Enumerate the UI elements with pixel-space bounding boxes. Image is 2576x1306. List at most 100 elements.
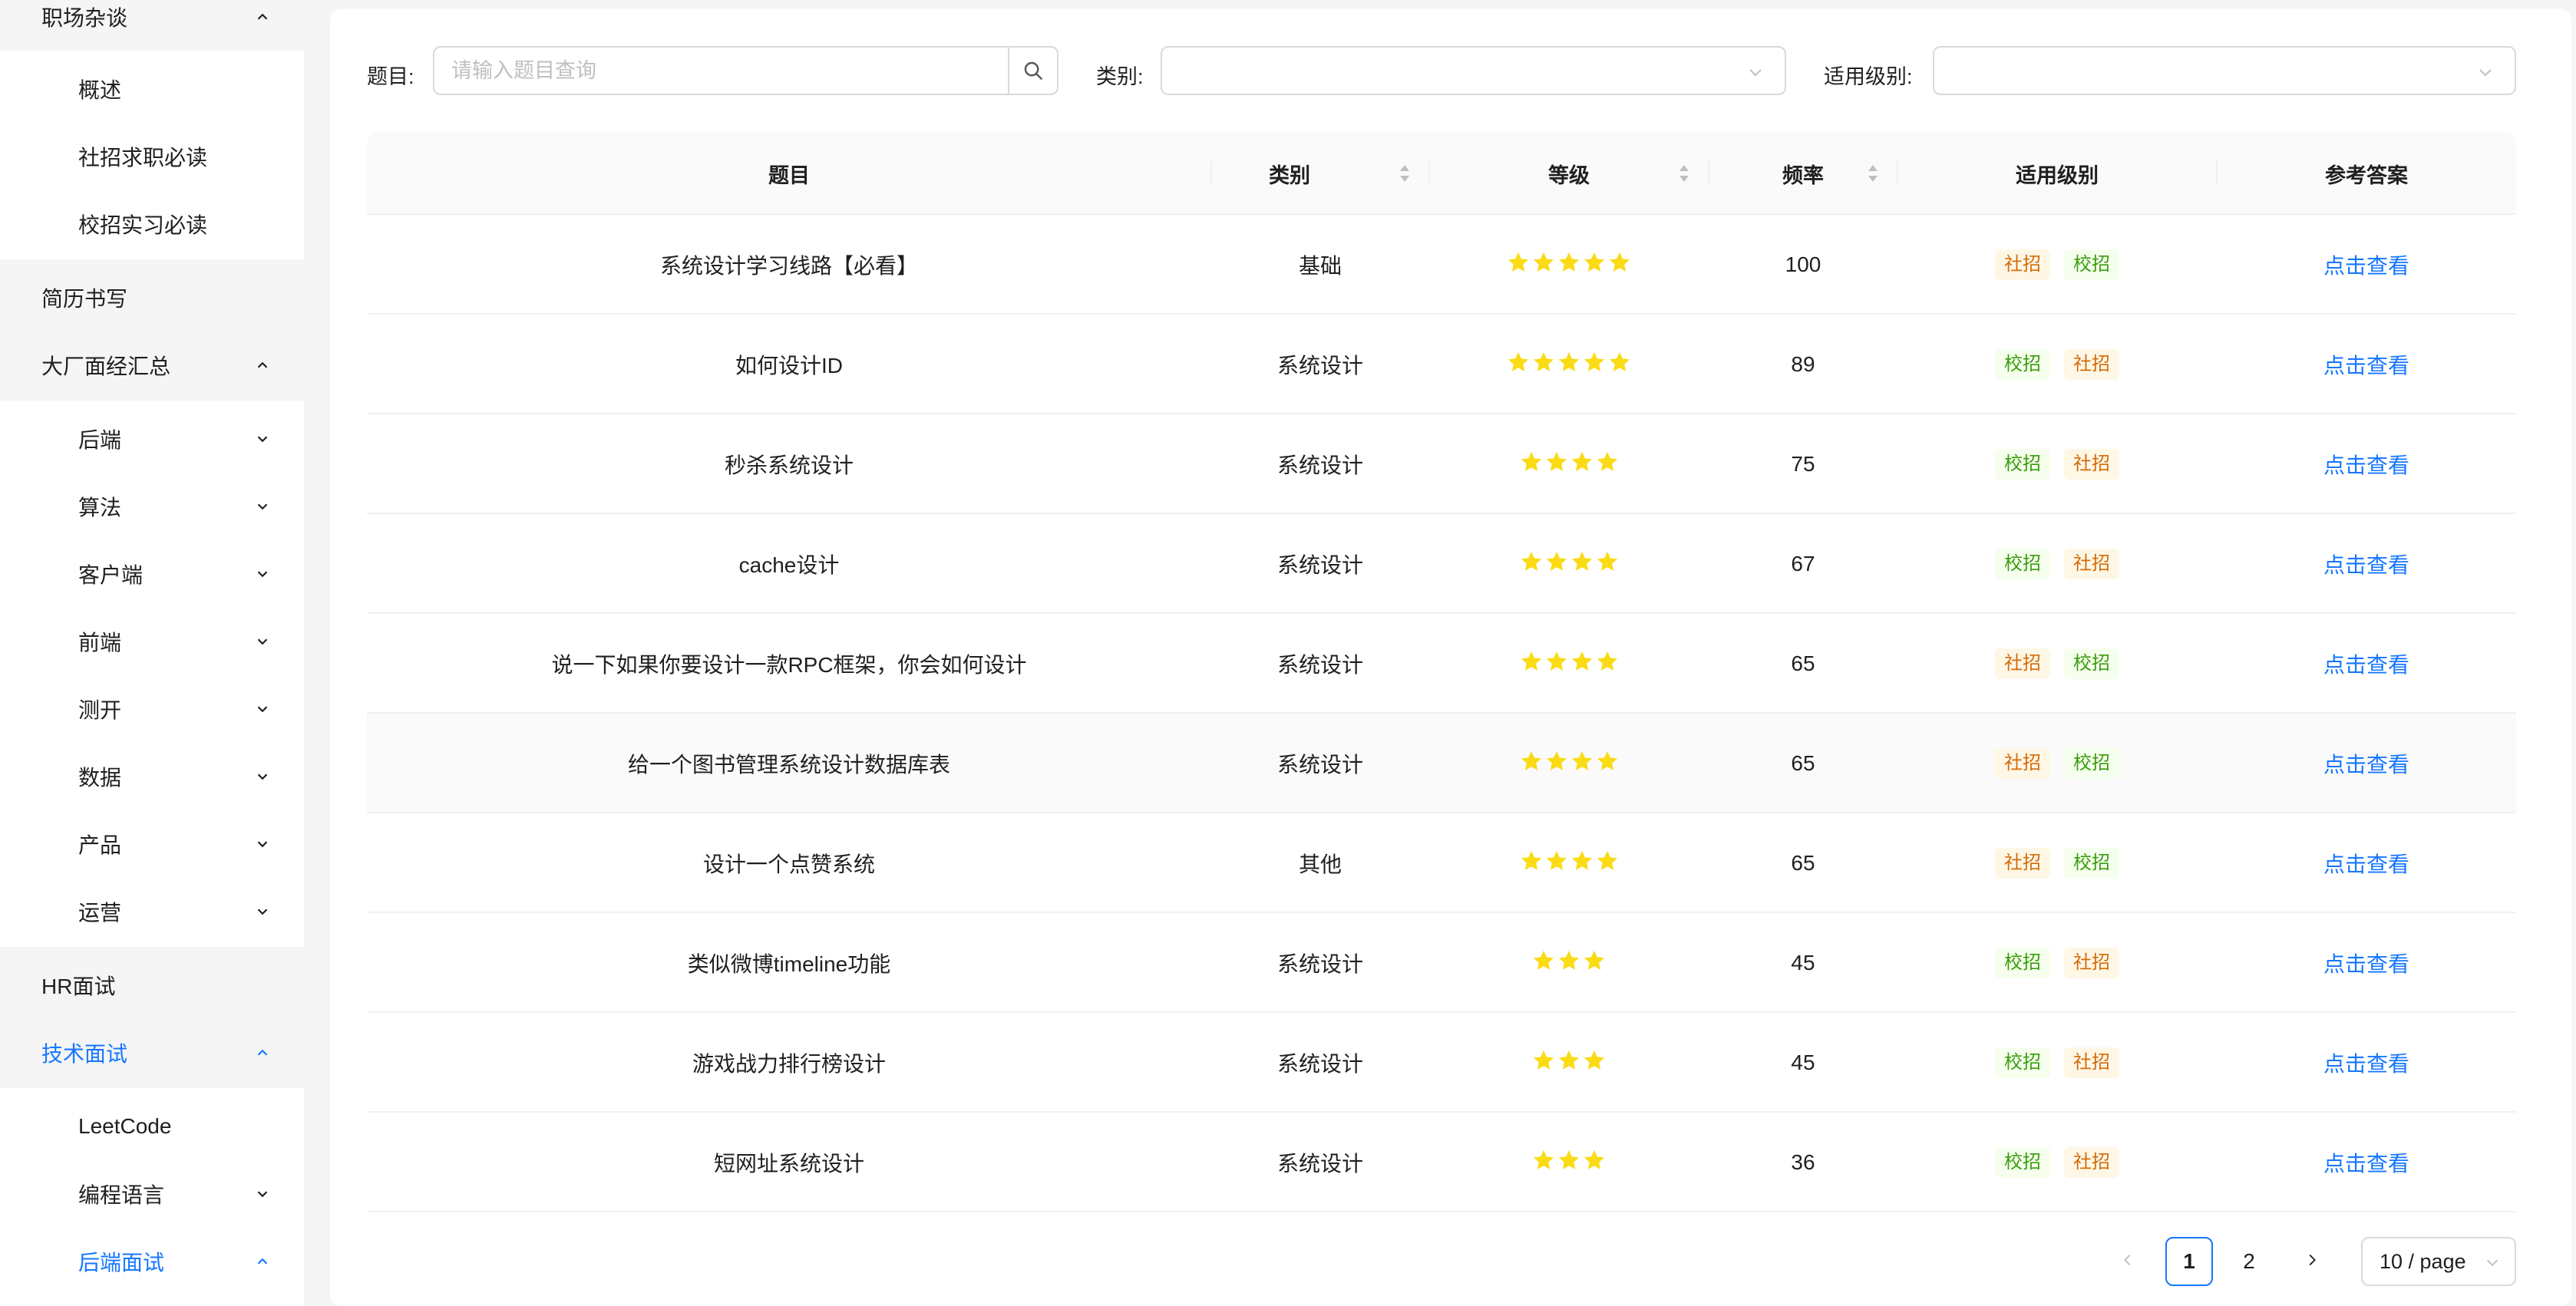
sidebar-item[interactable]: 校招实习必读 xyxy=(0,190,304,258)
sidebar-item-label: 客户端 xyxy=(78,563,144,587)
sort-icon[interactable] xyxy=(1399,163,1411,183)
answer-cell: 点击查看 xyxy=(2217,913,2516,1013)
star-icon xyxy=(1596,750,1619,778)
column-header-title: 题目 xyxy=(768,163,810,187)
level-tags: 社招 校招 xyxy=(1995,848,2119,879)
question-title: 短网址系统设计 xyxy=(713,1152,864,1176)
sidebar-item-label: LeetCode xyxy=(78,1114,172,1138)
sidebar-item[interactable]: 客户端 xyxy=(0,540,304,608)
question-category: 系统设计 xyxy=(1276,1052,1363,1076)
question-frequency: 67 xyxy=(1791,552,1815,575)
chevron-down-icon xyxy=(2479,69,2492,77)
prev-page-button[interactable] xyxy=(2112,1237,2143,1283)
view-answer-link[interactable]: 点击查看 xyxy=(2323,748,2409,779)
star-rating xyxy=(1507,251,1631,279)
column-separator xyxy=(1897,161,1898,186)
chevron-left-icon xyxy=(2124,1254,2131,1266)
question-grade xyxy=(1429,913,1709,1013)
question-frequency: 75 xyxy=(1791,452,1815,476)
view-answer-link[interactable]: 点击查看 xyxy=(2323,549,2409,579)
view-answer-link[interactable]: 点击查看 xyxy=(2323,1147,2409,1178)
star-icon xyxy=(1570,450,1593,479)
sidebar-item[interactable]: 测开 xyxy=(0,675,304,743)
questions-table: 题目 类别 等级 频率 适用级别 参考答案 系统设计学习线路【必看】 基础 100 社招 校招 点击… xyxy=(367,132,2516,1212)
view-answer-link[interactable]: 点击查看 xyxy=(2323,1047,2409,1078)
level-tags: 校招 社招 xyxy=(1995,549,2119,579)
chevron-down-icon xyxy=(2486,1259,2498,1266)
view-answer-link[interactable]: 点击查看 xyxy=(2323,449,2409,480)
page-size-select[interactable]: 10 / page xyxy=(2361,1237,2516,1286)
sidebar-item[interactable]: 职场杂谈 xyxy=(0,0,304,51)
page-2-button[interactable]: 2 xyxy=(2225,1237,2273,1286)
category-filter-label: 类别: xyxy=(1096,65,1144,88)
sidebar-item[interactable]: LeetCode xyxy=(0,1093,304,1160)
sidebar-item-label: 编程语言 xyxy=(78,1183,165,1207)
chevron-down-icon xyxy=(1749,69,1762,77)
question-levels: 校招 社招 xyxy=(1897,315,2217,414)
title-filter-label: 题目: xyxy=(367,65,414,88)
sidebar-item[interactable]: 产品 xyxy=(0,810,304,878)
view-answer-link[interactable]: 点击查看 xyxy=(2323,848,2409,879)
title-search-input[interactable] xyxy=(434,48,1008,94)
sidebar-item[interactable]: 概述 xyxy=(0,55,304,123)
view-answer-link[interactable]: 点击查看 xyxy=(2323,948,2409,978)
sidebar-item[interactable]: 技术面试 xyxy=(0,1019,304,1087)
sort-icon[interactable] xyxy=(1678,163,1690,183)
column-header-grade[interactable]: 等级 xyxy=(1429,132,1709,215)
category-select[interactable] xyxy=(1161,46,1786,95)
star-icon xyxy=(1583,251,1606,279)
level-filter-label: 适用级别: xyxy=(1824,65,1913,88)
level-tag: 社招 xyxy=(1995,848,2050,879)
question-levels: 校招 社招 xyxy=(1897,414,2217,514)
column-header-category[interactable]: 类别 xyxy=(1181,132,1399,215)
question-frequency: 36 xyxy=(1791,1150,1815,1174)
star-icon xyxy=(1545,550,1568,579)
level-tag: 校招 xyxy=(1995,449,2050,480)
view-answer-link[interactable]: 点击查看 xyxy=(2323,648,2409,679)
star-icon xyxy=(1557,351,1580,379)
table-row: cache设计 系统设计 67 校招 社招 点击查看 xyxy=(367,514,2516,614)
question-title: 秒杀系统设计 xyxy=(724,453,854,477)
level-tag: 校招 xyxy=(2064,848,2119,879)
question-grade xyxy=(1429,813,1709,913)
search-button[interactable] xyxy=(1008,48,1057,94)
star-rating xyxy=(1507,351,1631,379)
sidebar-item[interactable]: HR面试 xyxy=(0,951,304,1019)
star-icon xyxy=(1507,351,1530,379)
sidebar-item[interactable]: 前端 xyxy=(0,608,304,675)
star-icon xyxy=(1570,849,1593,878)
question-grade xyxy=(1429,1113,1709,1212)
view-answer-link[interactable]: 点击查看 xyxy=(2323,249,2409,280)
table-row: 游戏战力排行榜设计 系统设计 45 校招 社招 点击查看 xyxy=(367,1013,2516,1113)
level-tags: 校招 社招 xyxy=(1995,349,2119,380)
star-rating xyxy=(1520,550,1619,579)
sidebar-item[interactable]: 数据 xyxy=(0,743,304,810)
page-1-button[interactable]: 1 xyxy=(2165,1237,2213,1286)
level-tags: 社招 校招 xyxy=(1995,648,2119,679)
sidebar-item[interactable]: 运营 xyxy=(0,878,304,945)
level-select[interactable] xyxy=(1933,46,2516,95)
table-row: 类似微博timeline功能 系统设计 45 校招 社招 点击查看 xyxy=(367,913,2516,1013)
sidebar-item[interactable]: 后端 xyxy=(0,405,304,473)
sidebar-item[interactable]: 后端面试 xyxy=(0,1228,304,1295)
star-icon xyxy=(1557,1049,1580,1077)
sidebar-item[interactable]: 社招求职必读 xyxy=(0,123,304,190)
star-icon xyxy=(1583,1049,1606,1077)
table-row: 短网址系统设计 系统设计 36 校招 社招 点击查看 xyxy=(367,1113,2516,1212)
table-header: 题目 类别 等级 频率 适用级别 参考答案 xyxy=(367,132,2516,215)
question-grade xyxy=(1429,714,1709,813)
sidebar-item[interactable]: 简历书写 xyxy=(0,264,304,331)
sidebar-item[interactable]: 大厂面经汇总 xyxy=(0,331,304,399)
table-row: 设计一个点赞系统 其他 65 社招 校招 点击查看 xyxy=(367,813,2516,913)
level-tag: 社招 xyxy=(1995,648,2050,679)
sidebar-item-label: 算法 xyxy=(78,496,122,519)
sidebar-item[interactable]: 算法 xyxy=(0,473,304,540)
star-rating xyxy=(1520,750,1619,778)
level-tag: 校招 xyxy=(1995,549,2050,579)
star-icon xyxy=(1520,650,1543,678)
sidebar-item[interactable]: 编程语言 xyxy=(0,1160,304,1228)
view-answer-link[interactable]: 点击查看 xyxy=(2323,349,2409,380)
sort-icon[interactable] xyxy=(1867,163,1879,183)
question-frequency: 89 xyxy=(1791,352,1815,376)
next-page-button[interactable] xyxy=(2297,1237,2327,1283)
